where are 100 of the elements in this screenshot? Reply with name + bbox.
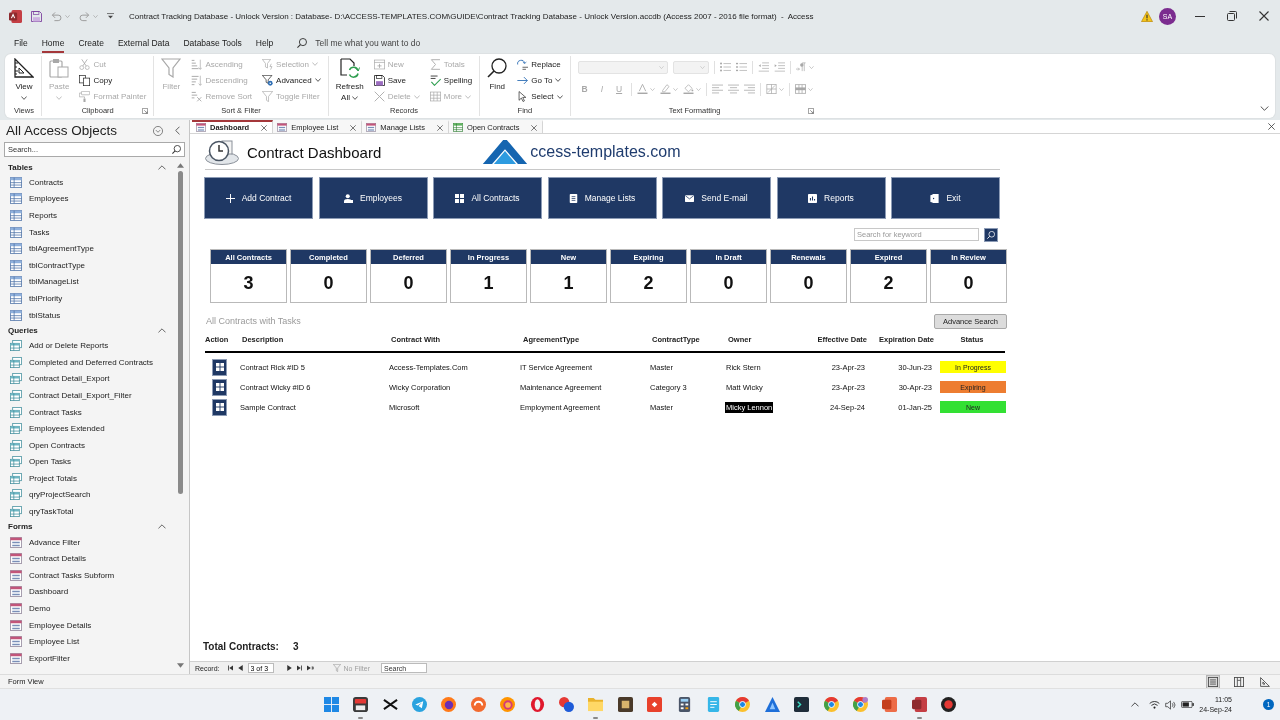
calculator-icon[interactable] (676, 697, 692, 712)
ribbon-button[interactable]: Spelling (427, 72, 475, 89)
nav-item[interactable]: tblManageList (0, 273, 175, 291)
new-record-icon[interactable] (306, 665, 314, 671)
ribbon-button[interactable]: Select (515, 88, 565, 105)
paragraph-direction-icon[interactable] (795, 62, 807, 72)
app-icon[interactable] (382, 697, 398, 712)
nav-item[interactable]: Advance Filter (0, 533, 175, 551)
nav-item[interactable]: tblPriority (0, 290, 175, 307)
search-button[interactable] (984, 227, 998, 242)
battery-icon[interactable] (1181, 701, 1195, 708)
save-icon[interactable] (31, 10, 42, 22)
fill-color-icon[interactable] (683, 84, 695, 94)
speaker-icon[interactable] (1165, 699, 1177, 710)
ribbon-button[interactable]: Replace (515, 56, 565, 73)
app-icon[interactable] (441, 697, 457, 712)
nav-button[interactable]: Send E-mail (662, 177, 771, 219)
scroll-up-icon[interactable] (176, 163, 184, 168)
restore-icon[interactable] (1227, 11, 1237, 21)
nav-item[interactable]: Open Contracts (0, 436, 175, 454)
nav-item[interactable]: Contract Details (0, 550, 175, 568)
open-record-button[interactable] (212, 358, 227, 376)
nav-item[interactable]: Demo (0, 600, 175, 617)
wifi-icon[interactable] (1149, 700, 1161, 709)
tell-me-field[interactable]: Tell me what you want to do (315, 38, 476, 48)
layout-view-icon[interactable] (1233, 675, 1245, 688)
app-icon[interactable] (794, 697, 810, 712)
design-view-icon[interactable] (1259, 675, 1271, 688)
chevron-down-icon[interactable] (1260, 106, 1269, 111)
highlighter-icon[interactable] (660, 84, 672, 94)
nav-item[interactable]: ExportFilter (0, 650, 175, 667)
nav-item[interactable]: tblStatus (0, 306, 175, 324)
dialog-launcher-icon[interactable] (142, 107, 149, 114)
nav-item[interactable]: Reports (0, 207, 175, 224)
nav-item[interactable]: qryProjectSearch (0, 486, 175, 504)
open-record-button[interactable] (212, 378, 227, 396)
app-icon[interactable] (911, 697, 927, 712)
notepad-icon[interactable] (705, 697, 721, 712)
app-icon[interactable] (353, 697, 369, 712)
customize-icon[interactable] (107, 13, 114, 19)
form-view-icon[interactable] (1207, 675, 1219, 688)
nav-item[interactable]: Dashboard (0, 583, 175, 601)
chevron-left-icon[interactable] (175, 126, 180, 135)
nav-button[interactable]: Employees (318, 177, 428, 219)
scroll-down-icon[interactable] (176, 663, 184, 668)
next-record-icon[interactable] (286, 665, 292, 671)
nav-button[interactable]: Manage Lists (547, 177, 657, 219)
chevron-up-icon[interactable] (1131, 702, 1140, 707)
app-icon[interactable] (941, 697, 957, 712)
group-header[interactable]: Queries (0, 323, 175, 338)
nav-item[interactable]: Completed and Deferred Contracts (0, 353, 175, 371)
numbering-icon[interactable] (735, 62, 747, 72)
nav-item[interactable]: Employees (0, 190, 175, 208)
nav-item[interactable]: Open Tasks (0, 453, 175, 471)
nav-item[interactable]: Employee List (0, 633, 175, 651)
start-icon[interactable] (323, 697, 339, 712)
nav-item[interactable]: Employees Extended (0, 420, 175, 437)
nav-item[interactable]: Contracts (0, 174, 175, 191)
scrollbar-thumb[interactable] (177, 171, 183, 494)
alternate-row-color-icon[interactable] (795, 84, 807, 94)
nav-item[interactable]: Project Totals (0, 470, 175, 487)
close-icon[interactable] (1268, 123, 1275, 130)
group-header[interactable]: Forms (0, 519, 175, 534)
ribbon-button[interactable]: Find (485, 56, 510, 92)
nav-item[interactable]: tblAgreementType (0, 240, 175, 257)
font-color-icon[interactable] (637, 84, 649, 94)
last-record-icon[interactable] (296, 665, 302, 671)
nav-item[interactable]: qryTaskTotal (0, 503, 175, 520)
menu-tab[interactable]: Create (78, 33, 104, 53)
nav-button[interactable]: All Contracts (433, 177, 542, 219)
nav-button[interactable]: Exit (891, 177, 1000, 219)
app-icon[interactable] (617, 697, 633, 712)
nav-item[interactable]: Contract Tasks (0, 403, 175, 421)
open-record-button[interactable] (212, 398, 227, 416)
ribbon-button[interactable]: Save (371, 72, 422, 89)
nav-item[interactable]: Contract Tasks Subform (0, 567, 175, 584)
minimize-icon[interactable] (1195, 15, 1205, 17)
menu-tab[interactable]: Help (255, 33, 274, 53)
bullets-icon[interactable] (719, 62, 731, 72)
first-record-icon[interactable] (227, 665, 233, 671)
menu-tab[interactable]: External Data (117, 33, 170, 53)
ribbon-button[interactable]: Go To (515, 72, 565, 89)
nav-button[interactable]: Add Contract (204, 177, 313, 219)
ribbon-button[interactable]: View (12, 56, 36, 103)
dropdown-circle-icon[interactable] (153, 125, 163, 136)
ribbon-button[interactable]: Refresh All (333, 56, 366, 103)
previous-record-icon[interactable] (237, 665, 243, 671)
nav-item[interactable]: tblContractType (0, 256, 175, 274)
nav-item[interactable]: Contract Detail_Export (0, 370, 175, 388)
menu-tab[interactable]: File (14, 33, 28, 53)
close-icon[interactable] (1259, 11, 1269, 21)
group-header[interactable]: Tables (0, 160, 175, 174)
nav-item[interactable]: Contract Detail_Export_Filter (0, 387, 175, 404)
ribbon-button[interactable]: Copy (77, 72, 149, 89)
nav-item[interactable]: Employee Details (0, 616, 175, 634)
warning-icon[interactable] (1141, 10, 1153, 22)
menu-tab[interactable]: Database Tools (183, 33, 242, 53)
nav-item[interactable]: Tasks (0, 223, 175, 241)
nav-button[interactable]: Reports (776, 177, 886, 219)
ribbon-button[interactable]: Advanced (260, 72, 323, 89)
